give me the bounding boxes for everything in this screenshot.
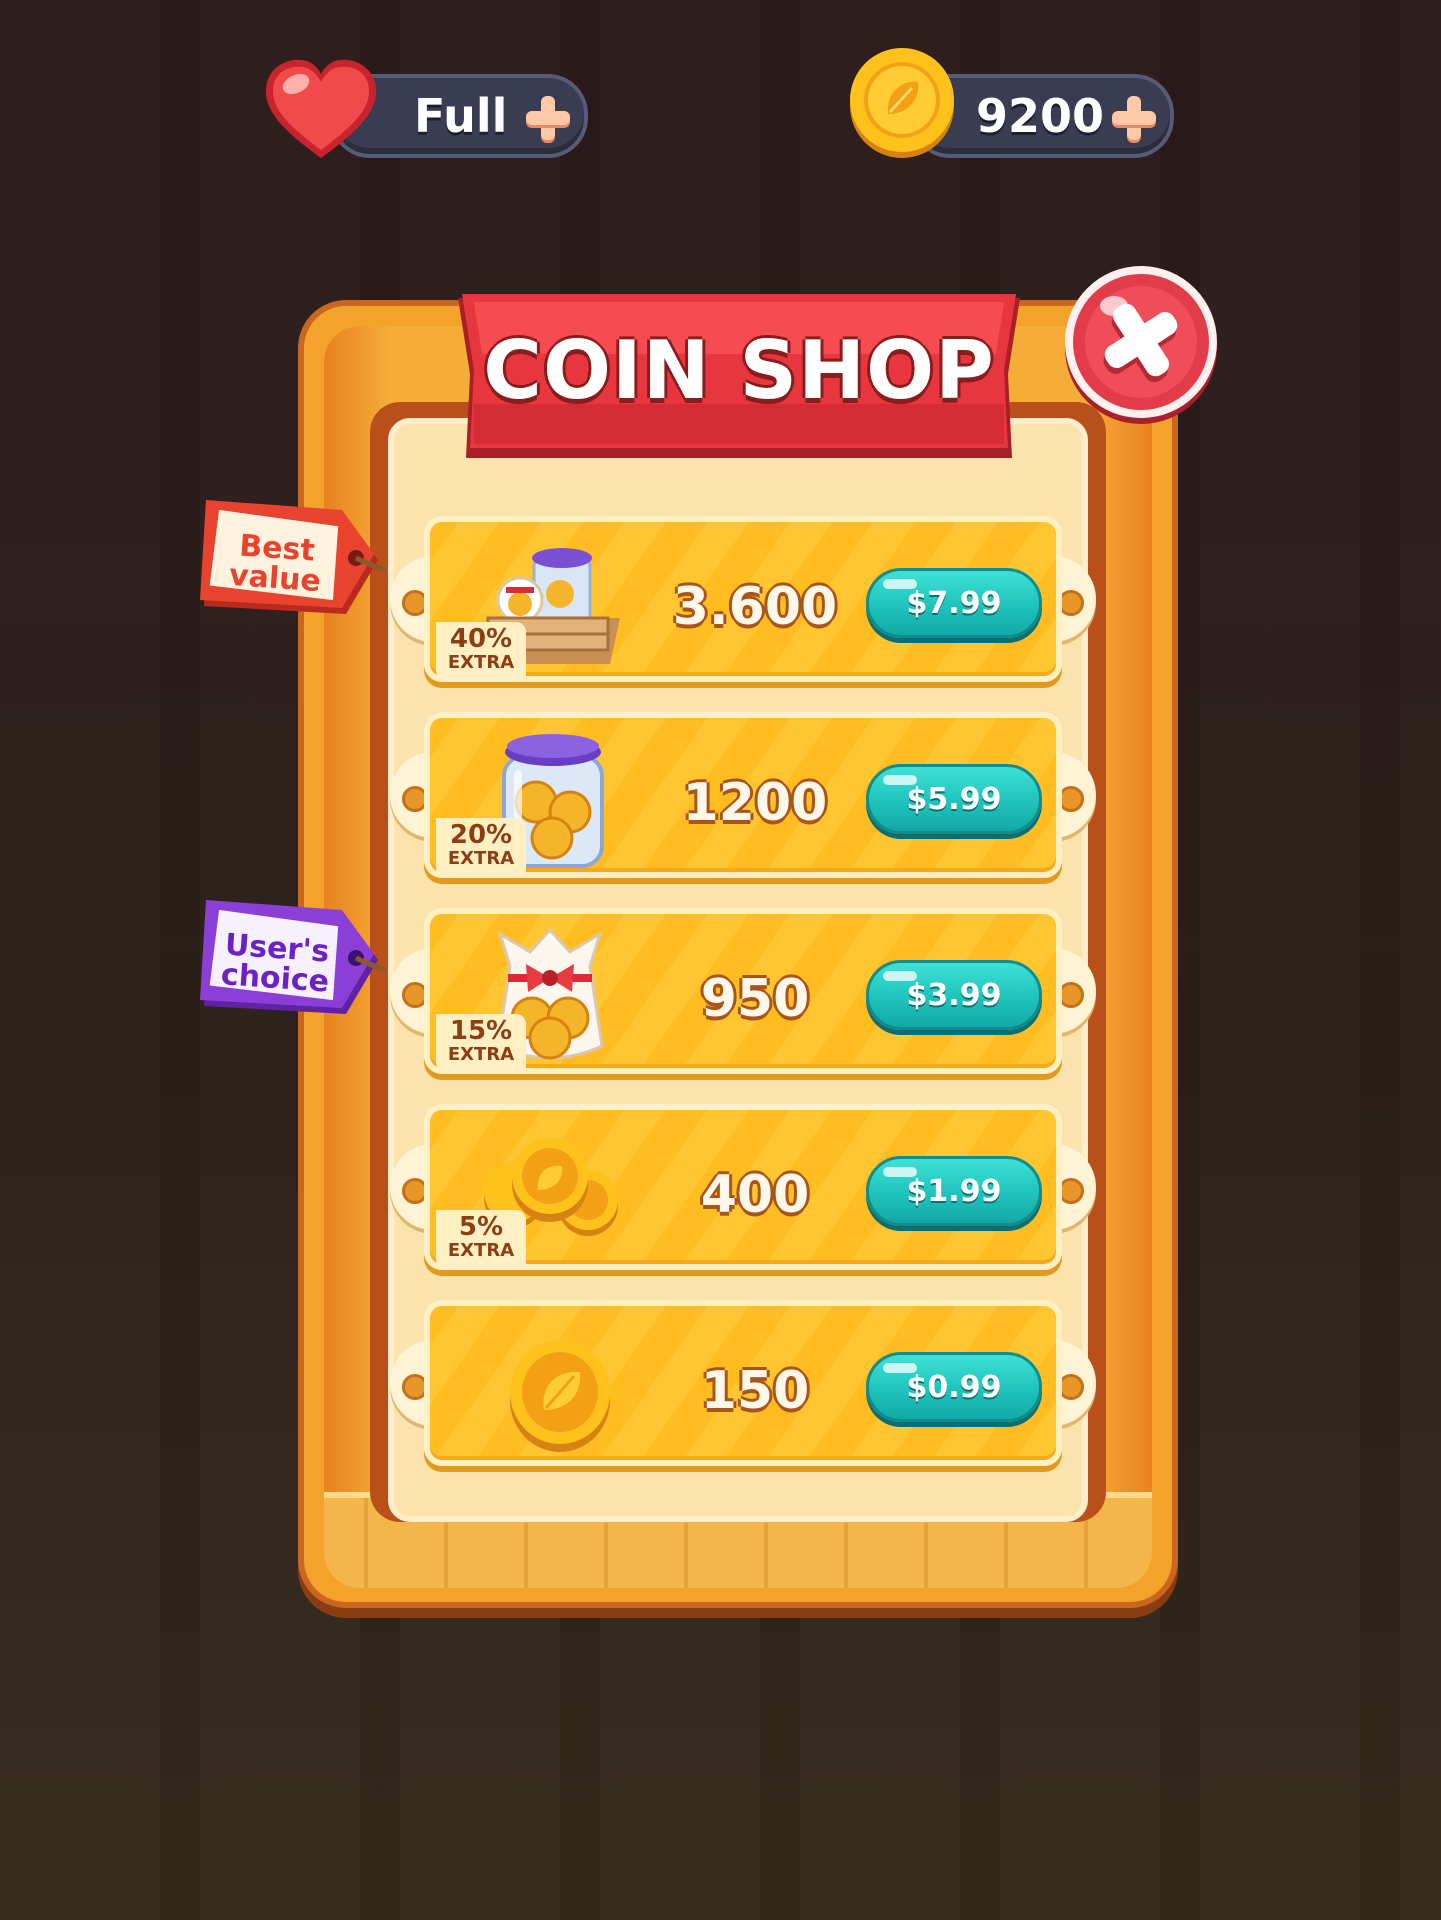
extra-badge: 5% EXTRA xyxy=(436,1210,526,1270)
buy-button[interactable]: $1.99 xyxy=(866,1156,1042,1226)
item-card: 5% EXTRA 400 $1.99 xyxy=(424,1104,1062,1270)
shop-item-row: 15% EXTRA 950 $3.99 xyxy=(390,908,1096,1074)
buy-button[interactable]: $0.99 xyxy=(866,1352,1042,1422)
shop-item-row: 150 $0.99 xyxy=(390,1300,1096,1466)
item-card: 150 $0.99 xyxy=(424,1300,1062,1466)
buy-button[interactable]: $5.99 xyxy=(866,764,1042,834)
item-card: 20% EXTRA 1200 $5.99 xyxy=(424,712,1062,878)
add-coins-button[interactable] xyxy=(1110,94,1158,142)
coin-amount: 1200 xyxy=(682,773,828,833)
coin-amount: 950 xyxy=(700,969,810,1029)
shop-title: COIN SHOP xyxy=(483,324,995,417)
item-card: 40% EXTRA 3.600 $7.99 xyxy=(424,516,1062,682)
buy-button[interactable]: $7.99 xyxy=(866,568,1042,638)
buy-button[interactable]: $3.99 xyxy=(866,960,1042,1030)
shop-item-row: 5% EXTRA 400 $1.99 xyxy=(390,1104,1096,1270)
extra-badge: 15% EXTRA xyxy=(436,1014,526,1074)
extra-badge: 40% EXTRA xyxy=(436,622,526,682)
item-card: 15% EXTRA 950 $3.99 xyxy=(424,908,1062,1074)
coin-amount: 400 xyxy=(700,1165,810,1225)
heart-icon xyxy=(265,59,377,159)
shop-item-row: 40% EXTRA 3.600 $7.99 xyxy=(390,516,1096,682)
users-choice-tag: User's choice xyxy=(196,900,393,1040)
single-coin-icon xyxy=(510,1340,610,1452)
best-value-tag: Best value xyxy=(196,500,393,640)
coin-amount: 150 xyxy=(700,1361,810,1421)
coin-amount: 3.600 xyxy=(672,577,838,637)
add-lives-button[interactable] xyxy=(524,94,572,142)
close-button[interactable] xyxy=(1062,262,1220,426)
lives-value: Full xyxy=(414,89,508,143)
shop-item-row: 20% EXTRA 1200 $5.99 xyxy=(390,712,1096,878)
extra-badge: 20% EXTRA xyxy=(436,818,526,878)
coins-value: 9200 xyxy=(976,89,1105,143)
coin-icon xyxy=(850,48,954,158)
